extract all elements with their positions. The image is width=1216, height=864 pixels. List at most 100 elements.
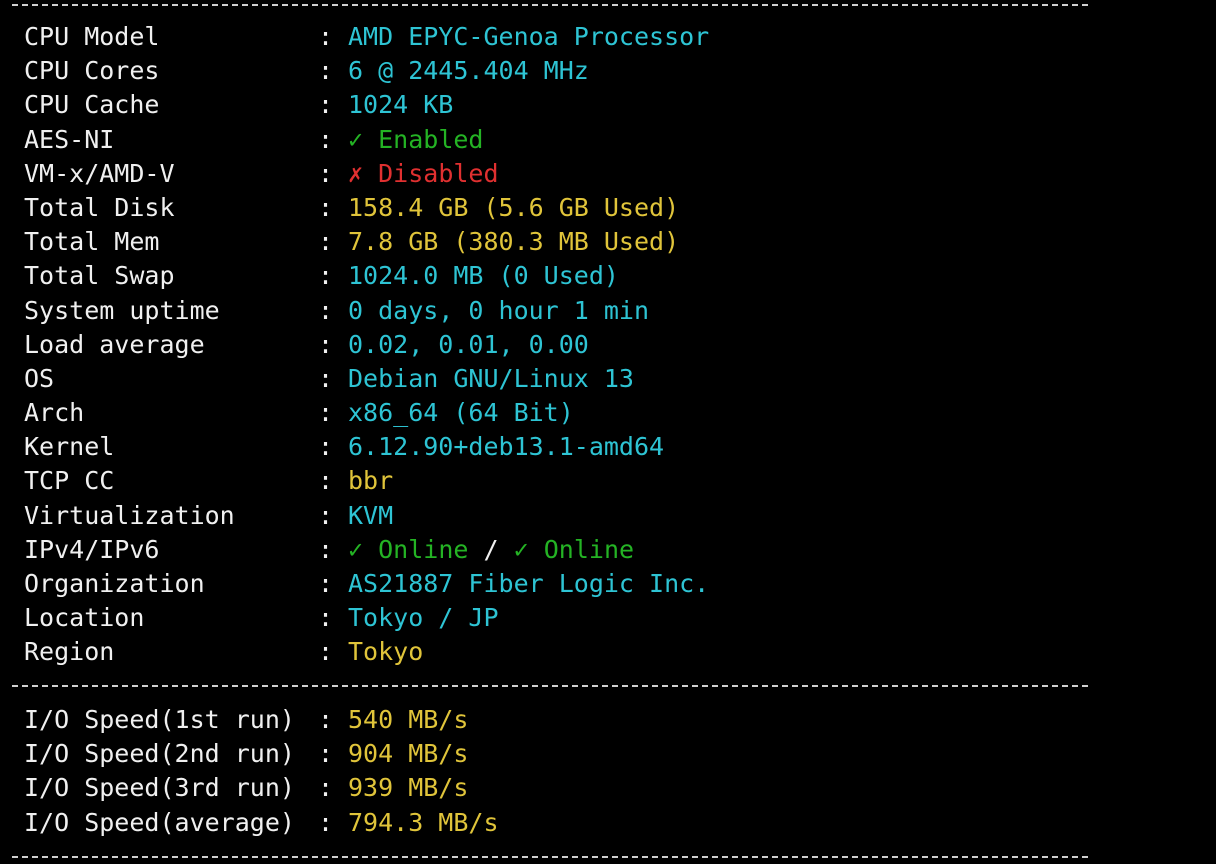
info-row-total-disk: Total Disk : 158.4 GB (5.6 GB Used): [24, 191, 709, 225]
info-label: CPU Cores: [24, 56, 160, 86]
info-value: Enabled: [378, 124, 484, 154]
info-colon: :: [318, 329, 334, 359]
info-value: 1024 KB: [348, 90, 454, 120]
info-row-total-swap: Total Swap : 1024.0 MB (0 Used): [24, 259, 709, 293]
info-colon: :: [318, 227, 334, 257]
io-speed-block: I/O Speed(1st run) : 540 MB/s I/O Speed(…: [24, 703, 499, 840]
cross-icon: ✗: [348, 158, 364, 188]
separator-top: [12, 4, 1088, 6]
info-colon: :: [318, 363, 334, 393]
info-row-arch: Arch : x86_64 (64 Bit): [24, 396, 709, 430]
info-value: 1024.0 MB (0 Used): [348, 261, 619, 291]
info-label: OS: [24, 363, 55, 393]
info-colon: :: [318, 22, 334, 51]
info-colon: :: [318, 90, 334, 120]
io-colon: :: [318, 705, 334, 734]
io-value: 794.3 MB/s: [348, 807, 499, 837]
info-value: bbr: [348, 466, 394, 496]
info-label: Load average: [24, 329, 205, 359]
info-colon: :: [318, 500, 334, 530]
io-label: I/O Speed(2nd run): [24, 739, 295, 769]
info-colon: :: [318, 569, 334, 598]
io-row-average: I/O Speed(average) : 794.3 MB/s: [24, 806, 499, 840]
info-row-kernel: Kernel : 6.12.90+deb13.1-amd64: [24, 430, 709, 464]
info-colon: :: [318, 56, 334, 86]
info-value: AMD EPYC-Genoa Processor: [348, 22, 710, 51]
check-icon: ✓: [513, 534, 529, 564]
info-row-load-average: Load average : 0.02, 0.01, 0.00: [24, 328, 709, 362]
check-icon: ✓: [348, 534, 364, 564]
separator-middle: [12, 685, 1088, 687]
io-value: 939 MB/s: [348, 773, 469, 803]
io-value: 904 MB/s: [348, 739, 469, 769]
info-label: Total Disk: [24, 192, 175, 222]
info-value: 0.02, 0.01, 0.00: [348, 329, 589, 359]
info-colon: :: [318, 158, 334, 188]
info-row-cpu-cache: CPU Cache : 1024 KB: [24, 88, 709, 122]
io-value: 540 MB/s: [348, 705, 469, 734]
ipv6-status: Online: [543, 534, 635, 564]
info-value: 0 days, 0 hour 1 min: [348, 295, 650, 325]
info-label: VM-x/AMD-V: [24, 158, 175, 188]
info-row-ipv4-ipv6: IPv4/IPv6 : ✓ Online / ✓ Online: [24, 533, 709, 567]
ip-divider: /: [483, 534, 499, 564]
info-label: CPU Cache: [24, 90, 160, 120]
info-row-tcp-cc: TCP CC : bbr: [24, 464, 709, 498]
info-label: Virtualization: [24, 500, 235, 530]
info-label: TCP CC: [24, 466, 115, 496]
system-info-block: CPU Model : AMD EPYC-Genoa Processor CPU…: [24, 20, 709, 670]
info-row-cpu-cores: CPU Cores : 6 @ 2445.404 MHz: [24, 54, 709, 88]
info-value: 7.8 GB (380.3 MB Used): [348, 227, 680, 257]
info-colon: :: [318, 603, 334, 633]
info-label: Total Mem: [24, 227, 160, 257]
terminal-window[interactable]: CPU Model : AMD EPYC-Genoa Processor CPU…: [0, 0, 1216, 864]
info-label: Kernel: [24, 432, 115, 462]
info-label: Region: [24, 637, 115, 667]
separator-bottom: [12, 856, 1088, 858]
io-label: I/O Speed(average): [24, 807, 295, 837]
info-value: 6.12.90+deb13.1-amd64: [348, 432, 665, 462]
info-row-os: OS : Debian GNU/Linux 13: [24, 362, 709, 396]
info-value: Disabled: [378, 158, 499, 188]
io-colon: :: [318, 739, 334, 769]
info-label: Organization: [24, 569, 205, 598]
io-row-3rd-run: I/O Speed(3rd run) : 939 MB/s: [24, 771, 499, 805]
info-row-uptime: System uptime : 0 days, 0 hour 1 min: [24, 294, 709, 328]
info-value: AS21887 Fiber Logic Inc.: [348, 569, 710, 598]
info-value: KVM: [348, 500, 394, 530]
io-colon: :: [318, 773, 334, 803]
info-label: Arch: [24, 398, 85, 428]
check-icon: ✓: [348, 124, 364, 154]
info-row-vmx: VM-x/AMD-V : ✗ Disabled: [24, 157, 709, 191]
io-colon: :: [318, 807, 334, 837]
info-value: Tokyo: [348, 637, 424, 667]
io-row-1st-run: I/O Speed(1st run) : 540 MB/s: [24, 703, 499, 737]
io-row-2nd-run: I/O Speed(2nd run) : 904 MB/s: [24, 737, 499, 771]
info-row-location: Location : Tokyo / JP: [24, 601, 709, 635]
info-row-total-mem: Total Mem : 7.8 GB (380.3 MB Used): [24, 225, 709, 259]
ipv4-status: Online: [378, 534, 469, 564]
info-colon: :: [318, 192, 334, 222]
info-label: Location: [24, 603, 145, 633]
io-label: I/O Speed(3rd run): [24, 773, 295, 803]
info-value: x86_64 (64 Bit): [348, 398, 574, 428]
info-row-cpu-model: CPU Model : AMD EPYC-Genoa Processor: [24, 20, 709, 54]
info-colon: :: [318, 432, 334, 462]
info-label: IPv4/IPv6: [24, 534, 160, 564]
info-colon: :: [318, 295, 334, 325]
info-colon: :: [318, 261, 334, 291]
info-row-organization: Organization : AS21887 Fiber Logic Inc.: [24, 567, 709, 601]
info-colon: :: [318, 398, 334, 428]
info-label: CPU Model: [24, 22, 160, 51]
info-colon: :: [318, 124, 334, 154]
info-label: System uptime: [24, 295, 220, 325]
info-label: Total Swap: [24, 261, 175, 291]
info-row-region: Region : Tokyo: [24, 635, 709, 669]
info-value: 6 @ 2445.404 MHz: [348, 56, 589, 86]
info-row-virtualization: Virtualization : KVM: [24, 499, 709, 533]
info-label: AES-NI: [24, 124, 115, 154]
info-row-aes-ni: AES-NI : ✓ Enabled: [24, 123, 709, 157]
info-colon: :: [318, 534, 334, 564]
info-value: Tokyo / JP: [348, 603, 499, 633]
info-value: 158.4 GB (5.6 GB Used): [348, 192, 680, 222]
